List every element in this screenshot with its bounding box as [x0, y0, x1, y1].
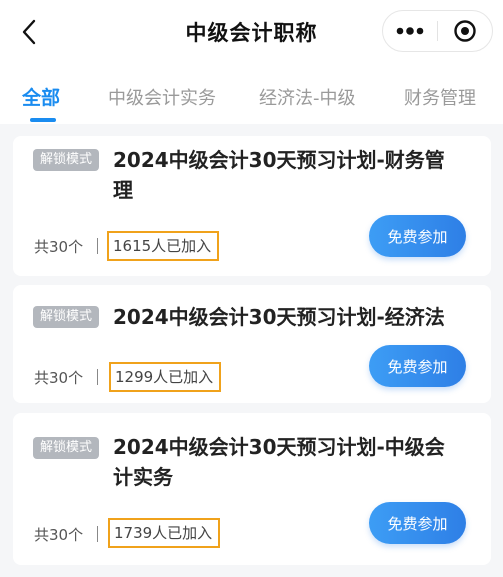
joined-count: 1615人已加入: [107, 231, 220, 261]
divider: [97, 526, 98, 542]
joined-count: 1299人已加入: [109, 362, 222, 392]
course-title-line: 2024中级会计30天预习计划-中级会: [113, 435, 445, 459]
join-free-button[interactable]: 免费参加: [369, 502, 466, 544]
course-title-line: 2024中级会计30天预习计划-经济法: [113, 305, 445, 329]
lesson-count: 共30个: [34, 369, 84, 387]
unlock-mode-badge: 解锁模式: [33, 149, 100, 171]
course-title-line: 2024中级会计30天预习计划-财务管: [113, 148, 445, 172]
more-button[interactable]: [383, 11, 437, 51]
tab-intermediate-accounting[interactable]: 中级会计实务: [108, 84, 216, 110]
lesson-count: 共30个: [34, 238, 84, 256]
lesson-count: 共30个: [34, 526, 84, 544]
unlock-mode-badge: 解锁模式: [33, 437, 100, 459]
course-title-line: 计实务: [113, 465, 173, 489]
course-title-line: 理: [113, 178, 133, 202]
nav-bar: 中级会计职称: [0, 0, 503, 62]
close-program-button[interactable]: [438, 11, 492, 51]
target-close-icon: [454, 20, 476, 42]
more-dots-icon: [396, 27, 424, 35]
course-title: 2024中级会计30天预习计划-财务管 理: [113, 145, 463, 205]
join-free-button[interactable]: 免费参加: [369, 345, 466, 387]
active-tab-indicator: [30, 118, 56, 122]
divider: [97, 369, 98, 385]
divider: [97, 238, 98, 254]
category-tabs: 全部 中级会计实务 经济法-中级 财务管理: [0, 62, 503, 124]
join-free-button[interactable]: 免费参加: [369, 215, 466, 257]
joined-count: 1739人已加入: [108, 518, 221, 548]
tab-all[interactable]: 全部: [22, 83, 60, 110]
unlock-mode-badge: 解锁模式: [33, 306, 100, 328]
course-card[interactable]: 解锁模式 2024中级会计30天预习计划-财务管 理 共30个 1615人已加入…: [13, 136, 491, 276]
course-card[interactable]: 解锁模式 2024中级会计30天预习计划-经济法 共30个 1299人已加入 免…: [13, 285, 491, 403]
course-title: 2024中级会计30天预习计划-经济法: [113, 302, 463, 332]
tab-financial-management[interactable]: 财务管理: [404, 84, 476, 110]
mini-program-capsule: [382, 10, 493, 52]
course-title: 2024中级会计30天预习计划-中级会 计实务: [113, 432, 463, 492]
course-card[interactable]: 解锁模式 2024中级会计30天预习计划-中级会 计实务 共30个 1739人已…: [13, 413, 491, 565]
tab-economic-law[interactable]: 经济法-中级: [259, 84, 356, 110]
